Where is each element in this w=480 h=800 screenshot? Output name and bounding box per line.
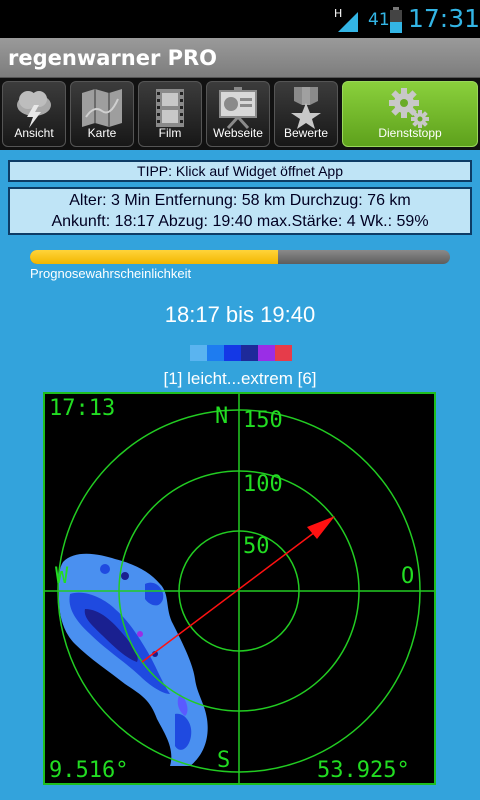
- radar-graphic: [45, 394, 434, 783]
- radar-map[interactable]: 17:13 N 150 100 50 O W S 9.516° 53.925°: [43, 392, 436, 785]
- presentation-icon: [219, 87, 257, 129]
- intensity-swatch-1: [190, 345, 207, 361]
- film-icon: [156, 89, 184, 127]
- west-label: W: [55, 564, 69, 589]
- battery-level: 41: [368, 10, 390, 30]
- timespan: 18:17 bis 19:40: [164, 302, 316, 327]
- probability-fill: [30, 250, 278, 264]
- latitude-label: 53.925°: [317, 758, 410, 783]
- gears-icon: [389, 88, 429, 128]
- intensity-swatch-2: [207, 345, 224, 361]
- action-bar: regenwarner PRO: [0, 38, 480, 78]
- ring-label-150: 150: [243, 408, 283, 433]
- east-label: O: [401, 564, 415, 589]
- app-title: regenwarner PRO: [8, 46, 218, 70]
- battery-icon: [390, 7, 402, 38]
- dienststopp-button[interactable]: Dienststopp: [342, 81, 478, 147]
- film-button[interactable]: Film: [138, 81, 202, 147]
- rain-area: [58, 553, 208, 766]
- map-icon: [82, 89, 122, 127]
- toolbar: Ansicht Karte Film Webseite Bewerte Dien…: [0, 78, 480, 150]
- intensity-swatch-6: [275, 345, 292, 361]
- svg-text:H: H: [334, 7, 342, 20]
- info-line-1: Alter: 3 Min Entfernung: 58 km Durchzug:…: [69, 192, 411, 209]
- radar-time: 17:13: [49, 396, 116, 421]
- clock: 17:31: [408, 4, 480, 33]
- status-bar: H 41 17:31: [0, 0, 480, 38]
- weather-icon: [17, 91, 51, 128]
- info-box: Alter: 3 Min Entfernung: 58 km Durchzug:…: [8, 187, 472, 235]
- probability-label: Prognosewahrscheinlichkeit: [30, 266, 192, 281]
- intensity-swatch-5: [258, 345, 275, 361]
- south-label: S: [217, 748, 231, 773]
- intensity-scale: [190, 345, 292, 361]
- karte-button[interactable]: Karte: [70, 81, 134, 147]
- ring-label-100: 100: [243, 472, 283, 497]
- probability-bar: [30, 250, 450, 264]
- signal-icon: H: [334, 6, 360, 37]
- intensity-swatch-4: [241, 345, 258, 361]
- medal-icon: [291, 87, 321, 129]
- webseite-button[interactable]: Webseite: [206, 81, 270, 147]
- intensity-scale-label: [1] leicht...extrem [6]: [163, 369, 317, 388]
- tip-box[interactable]: TIPP: Klick auf Widget öffnet App: [8, 160, 472, 182]
- ring-label-50: 50: [243, 534, 270, 559]
- north-label: N: [215, 404, 229, 429]
- bewerte-button[interactable]: Bewerte: [274, 81, 338, 147]
- longitude-label: 9.516°: [49, 758, 129, 783]
- info-line-2: Ankunft: 18:17 Abzug: 19:40 max.Stärke: …: [51, 213, 429, 230]
- intensity-swatch-3: [224, 345, 241, 361]
- ansicht-button[interactable]: Ansicht: [2, 81, 66, 147]
